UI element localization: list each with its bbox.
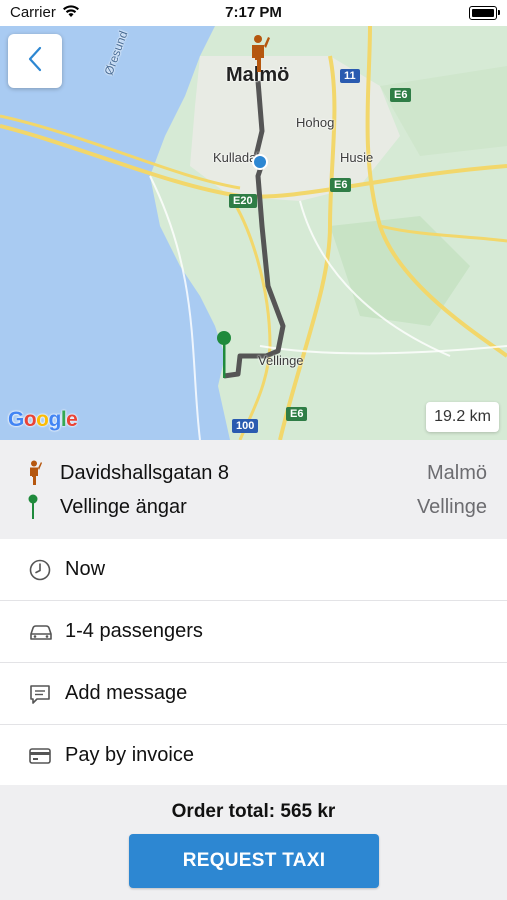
road-shield-100: 100 [232,419,259,433]
pickup-city: Malmö [426,461,487,484]
route-map[interactable]: Malmö Hohog Kulladal Husie Vellinge Øres… [0,26,507,440]
request-taxi-button[interactable]: REQUEST TAXI [129,834,379,888]
time-option[interactable]: Now [0,539,507,601]
message-label: Add message [65,682,188,704]
road-shield-11: 11 [340,69,360,83]
pickup-address: Davidshallsgatan 8 [60,461,229,484]
destination-row[interactable]: Vellinge ängar Vellinge [0,490,507,524]
map-background [0,26,507,440]
route-addresses: Davidshallsgatan 8 Malmö Vellinge ängar … [0,440,507,539]
distance-badge: 19.2 km [426,402,499,432]
passengers-option[interactable]: 1-4 passengers [0,601,507,663]
order-total: Order total: 565 kr [171,801,336,822]
road-shield-e6: E6 [286,407,308,421]
payment-label: Pay by invoice [65,744,194,766]
trip-options: Now 1-4 passengers Add message Pay by in… [0,539,507,786]
chevron-left-icon [27,46,43,77]
payment-option[interactable]: Pay by invoice [0,725,507,786]
map-label-husie: Husie [340,150,374,165]
map-label-vellinge: Vellinge [258,353,304,368]
road-shield-e6: E6 [390,88,412,102]
order-footer: Order total: 565 kr REQUEST TAXI [0,785,507,900]
current-location-dot [252,154,268,170]
time-label: Now [65,558,106,580]
pickup-marker-icon[interactable] [246,34,270,79]
road-shield-e20: E20 [229,194,257,208]
passengers-label: 1-4 passengers [65,620,203,642]
google-logo: Google [8,408,78,431]
back-button[interactable] [8,34,62,88]
battery-icon [469,6,500,20]
destination-pin-icon [28,494,38,525]
destination-pin-icon[interactable] [216,330,232,383]
message-option[interactable]: Add message [0,663,507,725]
destination-city: Vellinge [416,495,487,518]
map-label-hohog: Hohog [296,115,335,130]
status-bar: Carrier 7:17 PM [0,0,507,26]
clock-icon [28,558,52,582]
destination-address: Vellinge ängar [60,495,187,518]
road-shield-e6: E6 [330,178,352,192]
car-icon [28,620,52,644]
pickup-row[interactable]: Davidshallsgatan 8 Malmö [0,456,507,490]
credit-card-icon [28,744,52,768]
clock: 7:17 PM [225,4,282,21]
pickup-person-icon [28,460,42,491]
message-bubble-icon [28,682,52,706]
